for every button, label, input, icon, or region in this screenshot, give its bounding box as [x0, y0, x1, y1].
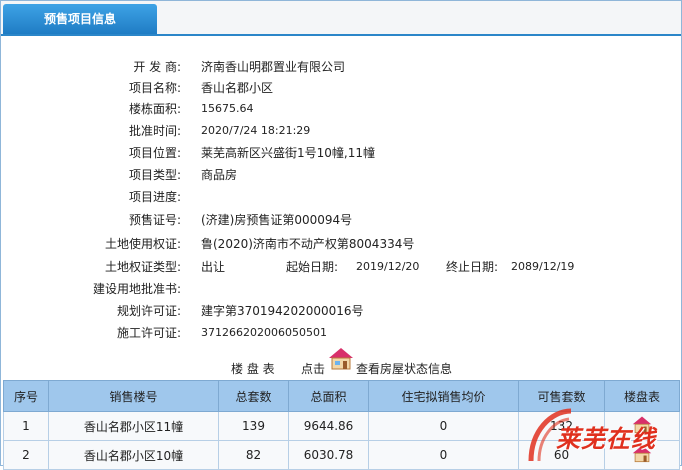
project-name-value: 香山名郡小区: [201, 81, 274, 95]
cell-building: 香山名郡小区11幢: [48, 411, 219, 441]
tab-presale-info[interactable]: 预售项目信息: [3, 4, 157, 34]
end-date-label: 终止日期:: [446, 260, 499, 274]
watermark-text: 莱芜在线: [556, 425, 656, 453]
end-date-value: 2089/12/19: [511, 260, 575, 273]
approval-time-row: 批准时间: 2020/7/24 18:21:29: [1, 121, 681, 141]
location-row: 项目位置: 莱芜高新区兴盛街1号10幢,11幢: [1, 143, 681, 163]
presale-cert-value: (济建)房预售证第000094号: [201, 213, 353, 227]
cell-total-area: 9644.86: [288, 411, 369, 441]
header-index: 序号: [3, 380, 49, 412]
presale-info-panel: 预售项目信息 开 发 商: 济南香山明郡置业有限公司 项目名称: 香山名郡小区 …: [0, 0, 682, 470]
building-area-row: 楼栋面积: 15675.64: [1, 99, 681, 119]
cell-building: 香山名郡小区10幢: [48, 440, 219, 470]
approval-time-value: 2020/7/24 18:21:29: [201, 124, 311, 137]
progress-label: 项目进度:: [128, 190, 181, 204]
cell-avg-price: 0: [368, 411, 519, 441]
tab-bar: 预售项目信息: [1, 1, 681, 36]
type-row: 项目类型: 商品房: [1, 165, 681, 185]
land-approval-label: 建设用地批准书:: [92, 282, 181, 296]
table-header-row: 序号 销售楼号 总套数 总面积 住宅拟销售均价 可售套数 楼盘表: [3, 380, 680, 412]
start-date-label: 起始日期:: [286, 260, 339, 274]
legend-view-label: 查看房屋状态信息: [356, 362, 453, 376]
location-label: 项目位置:: [128, 146, 181, 160]
cell-total-units: 82: [218, 440, 289, 470]
developer-value: 济南香山明郡置业有限公司: [201, 60, 346, 74]
land-right-type-row: 土地权证类型: 出让 起始日期: 2019/12/20 终止日期: 2089/1…: [1, 257, 681, 277]
header-total-units: 总套数: [218, 380, 289, 412]
project-name-row: 项目名称: 香山名郡小区: [1, 78, 681, 98]
land-use-value: 鲁(2020)济南市不动产权第8004334号: [201, 237, 415, 251]
cell-total-area: 6030.78: [288, 440, 369, 470]
header-avg-price: 住宅拟销售均价: [368, 380, 519, 412]
construction-permit-label: 施工许可证:: [116, 326, 181, 340]
progress-row: 项目进度:: [1, 187, 681, 207]
cell-total-units: 139: [218, 411, 289, 441]
legend-click-label: 点击: [301, 362, 326, 376]
presale-cert-row: 预售证号: (济建)房预售证第000094号: [1, 210, 681, 230]
header-building: 销售楼号: [48, 380, 219, 412]
planning-permit-value: 建字第370194202000016号: [201, 304, 364, 318]
land-use-label: 土地使用权证:: [104, 237, 181, 251]
presale-cert-label: 预售证号:: [128, 213, 181, 227]
type-value: 商品房: [201, 168, 238, 182]
header-total-area: 总面积: [288, 380, 369, 412]
planning-permit-label: 规划许可证:: [116, 304, 181, 318]
location-value: 莱芜高新区兴盛街1号10幢,11幢: [201, 146, 375, 160]
legend-table-label: 楼 盘 表: [231, 362, 275, 376]
cell-index: 1: [3, 411, 49, 441]
house-icon: [328, 346, 353, 370]
header-floor-plan: 楼盘表: [604, 380, 680, 412]
land-right-type-label: 土地权证类型:: [104, 260, 181, 274]
land-use-row: 土地使用权证: 鲁(2020)济南市不动产权第8004334号: [1, 234, 681, 254]
land-approval-row: 建设用地批准书:: [1, 279, 681, 299]
approval-time-label: 批准时间:: [128, 124, 181, 138]
developer-label: 开 发 商:: [133, 60, 181, 74]
land-right-type-value: 出让: [201, 260, 226, 274]
header-available-units: 可售套数: [518, 380, 605, 412]
building-area-label: 楼栋面积:: [128, 102, 181, 116]
planning-permit-row: 规划许可证: 建字第370194202000016号: [1, 301, 681, 321]
cell-index: 2: [3, 440, 49, 470]
construction-permit-value: 371266202006050501: [201, 326, 327, 339]
developer-row: 开 发 商: 济南香山明郡置业有限公司: [1, 57, 681, 77]
type-label: 项目类型:: [128, 168, 181, 182]
start-date-value: 2019/12/20: [356, 260, 420, 273]
building-area-value: 15675.64: [201, 102, 254, 115]
cell-avg-price: 0: [368, 440, 519, 470]
project-name-label: 项目名称:: [128, 81, 181, 95]
construction-permit-row: 施工许可证: 371266202006050501: [1, 323, 681, 343]
